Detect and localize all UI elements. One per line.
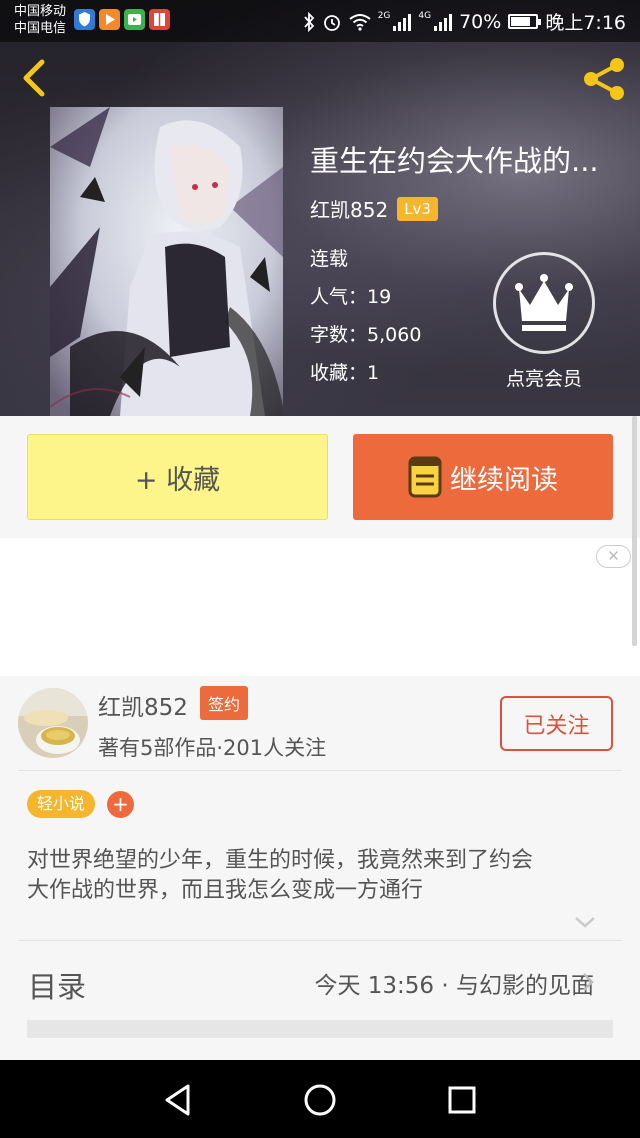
chevron-right-icon: [582, 972, 594, 992]
nav-home-button[interactable]: [300, 1080, 340, 1120]
book-detail-screen: 中国移动 中国电信 2G 4G 70% 晚上7:16 重生在约会大作战的... …: [0, 0, 640, 1138]
serialization-status: 连载: [310, 248, 349, 270]
add-tag-button[interactable]: +: [107, 791, 134, 818]
expand-synopsis-button[interactable]: [574, 914, 596, 928]
bluetooth-icon: [304, 11, 314, 32]
home-circle-icon: [304, 1084, 336, 1116]
notification-icons: [74, 9, 170, 30]
clock: 晚上7:16: [545, 12, 626, 34]
carrier-names: 中国移动 中国电信: [14, 3, 66, 37]
synopsis-line-1: 对世界绝望的少年，重生的时候，我竟然来到了约会: [27, 848, 534, 873]
network-type-2: 4G: [418, 10, 432, 21]
favorites-row: 收藏：1: [310, 358, 379, 385]
vip-label[interactable]: 点亮会员: [480, 364, 608, 391]
synopsis-line-2: 大作战的世界，而且我怎么变成一方通行: [27, 878, 424, 903]
play-app-icon: [99, 9, 120, 30]
alarm-icon: [323, 14, 340, 31]
back-triangle-icon: [165, 1084, 190, 1116]
battery-icon: [508, 14, 542, 29]
status-bar: 中国移动 中国电信 2G 4G 70% 晚上7:16: [0, 0, 640, 42]
word-count-label: 字数：: [310, 324, 368, 346]
collect-button[interactable]: + 收藏: [27, 434, 328, 520]
follow-button[interactable]: 已关注: [500, 696, 613, 751]
chevron-down-icon: [575, 917, 595, 928]
popularity-row: 人气：19: [310, 282, 391, 309]
recents-square-icon: [448, 1086, 476, 1114]
signal-2-icon: [434, 13, 453, 31]
latest-chapter: 今天 13:56 · 与幻影的见面: [314, 973, 594, 999]
nav-recents-button[interactable]: [442, 1080, 482, 1120]
chevron-left-icon: [23, 59, 45, 97]
divider: [18, 770, 622, 771]
synopsis[interactable]: 对世界绝望的少年，重生的时候，我竟然来到了约会 大作战的世界，而且我怎么变成一方…: [27, 846, 617, 906]
vip-button[interactable]: [493, 252, 595, 354]
book-app-icon: [149, 9, 170, 30]
shield-app-icon: [74, 9, 95, 30]
nav-back-button[interactable]: [158, 1080, 198, 1120]
favorites-value: 1: [367, 362, 380, 384]
continue-reading-label: 继续阅读: [450, 464, 558, 496]
author-level-badge: Lv3: [397, 196, 438, 221]
share-button[interactable]: [578, 54, 630, 104]
divider: [18, 940, 622, 941]
back-button[interactable]: [14, 56, 54, 100]
author-avatar[interactable]: [18, 688, 88, 758]
signal-1-icon: [393, 13, 412, 31]
book-cover-image[interactable]: [50, 107, 283, 416]
word-count-row: 字数：5,060: [310, 320, 421, 347]
genre-tag[interactable]: 轻小说: [27, 790, 96, 818]
scrollbar[interactable]: [632, 416, 637, 646]
content-placeholder: [27, 1020, 613, 1038]
book-title: 重生在约会大作战的...: [310, 144, 599, 178]
ad-close-button[interactable]: ✕: [596, 545, 631, 568]
wifi-icon: [349, 13, 371, 31]
author-name[interactable]: 红凯852: [310, 194, 388, 223]
author-card-name[interactable]: 红凯852: [98, 688, 188, 722]
book-icon: [408, 456, 442, 498]
favorites-label: 收藏：: [310, 362, 368, 384]
carrier-2: 中国电信: [14, 21, 67, 36]
battery-percent: 70%: [459, 10, 502, 33]
ad-banner: [0, 538, 640, 676]
crown-icon: [515, 274, 573, 331]
author-row: 红凯852 Lv3: [310, 194, 438, 223]
author-stats: 著有5部作品·201人关注: [98, 736, 327, 760]
video-app-icon: [124, 9, 145, 30]
signed-badge: 签约: [200, 686, 249, 720]
popularity-value: 19: [367, 286, 392, 308]
system-status: 2G 4G 70% 晚上7:16: [303, 8, 626, 35]
network-type-1: 2G: [377, 10, 391, 21]
word-count-value: 5,060: [367, 324, 422, 346]
carrier-1: 中国移动: [14, 4, 67, 19]
share-icon: [584, 58, 624, 100]
toc-label: 目录: [28, 970, 87, 1004]
popularity-label: 人气：: [310, 286, 368, 308]
continue-reading-button[interactable]: 继续阅读: [353, 434, 613, 520]
